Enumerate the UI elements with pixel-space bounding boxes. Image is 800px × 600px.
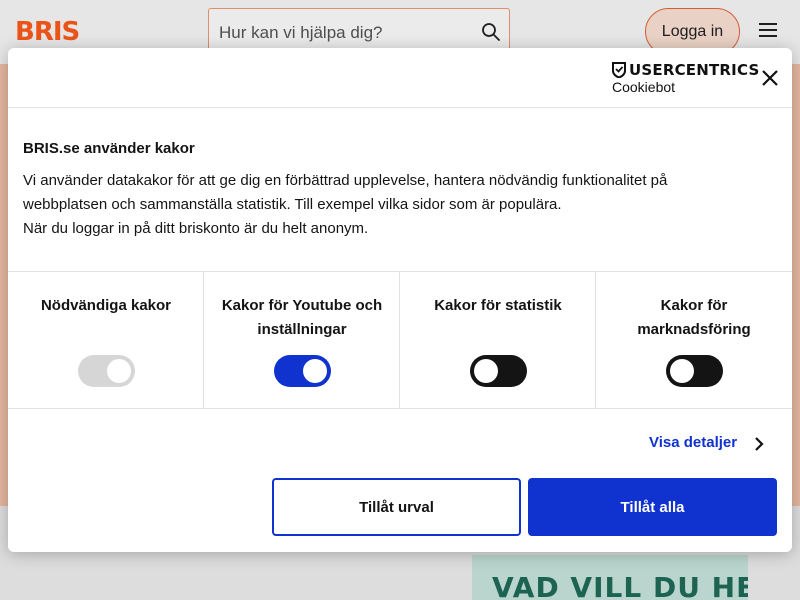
- toggle-label: Kakor för statistik: [434, 297, 562, 314]
- toggle-necessary: Nödvändiga kakor: [8, 272, 204, 408]
- brand-subtitle: Cookiebot: [612, 79, 676, 95]
- description-line: webbplatsen och sammanställa statistik. …: [23, 196, 562, 213]
- description-line: När du loggar in på ditt briskonto är du…: [23, 220, 369, 237]
- switch-knob: [107, 359, 131, 383]
- dialog-header: USERCENTRICS Cookiebot: [8, 48, 792, 108]
- brand-title: USERCENTRICS: [629, 61, 760, 79]
- marketing-switch[interactable]: [666, 355, 723, 387]
- dialog-description: Vi använder datakakor för att ge dig en …: [23, 169, 763, 241]
- switch-knob: [303, 359, 327, 383]
- toggle-marketing: Kakor för marknadsföring: [596, 272, 792, 408]
- show-details-link[interactable]: Visa detaljer: [649, 434, 737, 451]
- dialog-body: BRIS.se använder kakor Vi använder datak…: [23, 140, 763, 241]
- cookiebot-brand[interactable]: USERCENTRICS Cookiebot: [612, 62, 759, 96]
- allow-selection-button[interactable]: Tillåt urval: [272, 478, 521, 536]
- shield-icon: [612, 62, 626, 78]
- youtube-switch[interactable]: [274, 355, 331, 387]
- description-line: Vi använder datakakor för att ge dig en …: [23, 172, 668, 189]
- toggle-youtube: Kakor för Youtube och inställningar: [204, 272, 400, 408]
- toggle-label: Kakor för Youtube och inställningar: [221, 297, 383, 338]
- statistics-switch[interactable]: [470, 355, 527, 387]
- dialog-title: BRIS.se använder kakor: [23, 140, 195, 157]
- close-button[interactable]: [760, 68, 780, 88]
- switch-knob: [670, 359, 694, 383]
- chevron-right-icon[interactable]: [754, 436, 764, 452]
- switch-knob: [474, 359, 498, 383]
- toggle-label: Kakor för marknadsföring: [637, 297, 751, 338]
- cookie-consent-dialog: USERCENTRICS Cookiebot BRIS.se använder …: [8, 48, 792, 552]
- toggle-statistics: Kakor för statistik: [400, 272, 596, 408]
- allow-all-button[interactable]: Tillåt alla: [528, 478, 777, 536]
- toggle-label: Nödvändiga kakor: [40, 297, 172, 314]
- consent-toggles: Nödvändiga kakor Kakor för Youtube och i…: [8, 271, 792, 409]
- necessary-switch: [78, 355, 135, 387]
- close-icon: [762, 70, 778, 86]
